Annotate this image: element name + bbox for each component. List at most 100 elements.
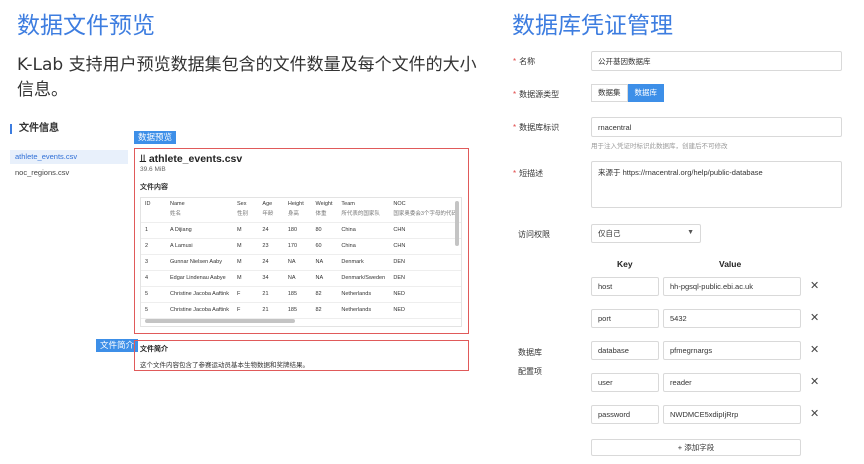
access-select-value: 仅自己 <box>598 229 621 238</box>
horizontal-scrollbar[interactable] <box>145 319 295 323</box>
vertical-scrollbar[interactable] <box>455 201 459 246</box>
file-item-athlete-events[interactable]: athlete_events.csv <box>10 150 128 164</box>
config-key-input[interactable]: host <box>591 277 659 296</box>
column-header-sub: 身高 <box>287 211 299 217</box>
table-row: 5 Christine Jacoba Aaftink F 21 185 82 Netherl… <box>141 302 461 319</box>
preview-filename-text: athlete_events.csv <box>148 153 243 165</box>
column-header-name: Name <box>169 201 185 207</box>
config-key-input[interactable]: password <box>591 405 659 424</box>
table-cell: Christine Jacoba Aaftink <box>165 286 233 303</box>
column-header-name: Age <box>262 201 273 207</box>
column-header-sub: 体重 <box>315 211 327 217</box>
config-value-input[interactable]: reader <box>663 373 801 392</box>
column-header-name: Team <box>341 201 355 207</box>
column-header-sub: 所代表的国家队 <box>341 211 380 217</box>
config-value-input[interactable]: NWDMCE5xdipIjRrp <box>663 405 801 424</box>
required-mark: * <box>513 57 517 66</box>
column-header: Age 年龄 <box>258 198 284 223</box>
column-header: Height 身高 <box>283 198 312 223</box>
table-cell: NA <box>283 270 312 287</box>
access-select[interactable]: 仅自己 ▼ <box>591 224 701 243</box>
table-cell: NA <box>283 254 312 271</box>
name-input[interactable]: 公开基因数据库 <box>591 51 842 71</box>
credential-section-title: 数据库凭证管理 <box>512 13 673 39</box>
config-value-input[interactable]: 5432 <box>663 309 801 328</box>
data-preview-tag: 数据预览 <box>134 131 177 144</box>
file-summary-tag: 文件简介 <box>96 339 139 352</box>
delete-row-icon[interactable]: ✕ <box>810 407 819 420</box>
file-summary-panel: 文件简介 这个文件内容包含了参赛运动员基本生物数据和奖牌结果。 <box>134 340 469 371</box>
table-cell: Denmark <box>337 254 390 271</box>
table-cell: 5 <box>141 286 166 303</box>
table-header-row: ID Name 姓名 Sex 性别 Age 年龄 Height 身高 Weight 体重 … <box>141 198 461 223</box>
table-cell: NED <box>389 286 461 303</box>
table-cell: 82 <box>311 302 338 319</box>
column-header: Name 姓名 <box>165 198 233 223</box>
delete-row-icon[interactable]: ✕ <box>810 279 819 292</box>
table-cell: 60 <box>311 238 338 255</box>
table-cell: 170 <box>283 238 312 255</box>
preview-filename: ⫫ athlete_events.csv <box>140 153 242 166</box>
file-list: athlete_events.csv noc_regions.csv <box>10 150 128 182</box>
column-header-sub: 年龄 <box>262 211 274 217</box>
table-cell: 34 <box>258 270 284 287</box>
required-mark: * <box>513 169 517 178</box>
source-type-dataset[interactable]: 数据集 <box>591 84 628 102</box>
preview-section-title: 数据文件预览 <box>17 13 155 39</box>
table-cell: M <box>233 238 259 255</box>
config-value-input[interactable]: pfmegrnargs <box>663 341 801 360</box>
description-textarea[interactable]: 来源于 https://rnacentral.org/help/public-d… <box>591 161 842 208</box>
file-item-noc-regions[interactable]: noc_regions.csv <box>10 166 128 180</box>
column-header: ID <box>141 198 166 223</box>
column-header-name: Height <box>287 201 304 207</box>
column-header-name: NOC <box>393 201 406 207</box>
column-header: Sex 性别 <box>233 198 259 223</box>
config-key-input[interactable]: port <box>591 309 659 328</box>
table-row: 4 Edgar Lindenau Aabye M 34 NA NA Denmark/Swed… <box>141 270 461 287</box>
value-column-header: Value <box>719 259 742 269</box>
table-cell: F <box>233 302 259 319</box>
table-cell: NED <box>389 302 461 319</box>
source-type-label: * 数据源类型 <box>513 89 559 100</box>
table-cell: 2 <box>141 238 166 255</box>
table-cell: 185 <box>283 302 312 319</box>
delete-row-icon[interactable]: ✕ <box>810 343 819 356</box>
table-cell: 21 <box>258 302 284 319</box>
description-label-text: 短描述 <box>519 169 544 178</box>
column-header: NOC 国家奥委会3个字母的代码 <box>389 198 461 223</box>
name-label: * 名称 <box>513 56 535 67</box>
table-row: 3 Gunnar Nielsen Aaby M 24 NA NA Denmark DEN <box>141 254 461 271</box>
table-cell: 82 <box>311 286 338 303</box>
table-cell: NA <box>311 254 338 271</box>
file-content-label: 文件内容 <box>140 184 168 191</box>
table-cell: CHN <box>389 222 461 239</box>
table-row: 1A Dijiang M 24 180 80 China CHN <box>141 222 461 239</box>
config-key-input[interactable]: user <box>591 373 659 392</box>
preview-table[interactable]: ID Name 姓名 Sex 性别 Age 年龄 Height 身高 Weight 体重 … <box>140 197 462 327</box>
add-field-button[interactable]: + 添加字段 <box>591 439 801 456</box>
preview-section-description: K-Lab 支持用户预览数据集包含的文件数量及每个文件的大小信息。 <box>17 55 477 100</box>
db-id-input[interactable]: rnacentral <box>591 117 842 137</box>
table-cell: Edgar Lindenau Aabye <box>165 270 233 287</box>
column-header-sub: 姓名 <box>169 211 181 217</box>
delete-row-icon[interactable]: ✕ <box>810 375 819 388</box>
source-type-label-text: 数据源类型 <box>519 90 560 99</box>
column-header-sub: 性别 <box>237 211 249 217</box>
column-header-sub: 国家奥委会3个字母的代码 <box>393 211 457 217</box>
table-cell: China <box>337 238 390 255</box>
column-header: Team 所代表的国家队 <box>337 198 390 223</box>
config-key-input[interactable]: database <box>591 341 659 360</box>
db-id-label: * 数据库标识 <box>513 122 559 133</box>
table-cell: 24 <box>258 254 284 271</box>
source-type-database[interactable]: 数据库 <box>627 84 664 102</box>
config-value-input[interactable]: hh-pgsql-public.ebi.ac.uk <box>663 277 801 296</box>
table-cell: M <box>233 222 259 239</box>
table-cell: 80 <box>311 222 338 239</box>
required-mark: * <box>513 123 517 132</box>
table-cell: NA <box>311 270 338 287</box>
table-cell: M <box>233 270 259 287</box>
table-cell: A Dijiang <box>165 222 233 239</box>
table-row: 5 Christine Jacoba Aaftink F 21 185 82 Netherl… <box>141 286 461 303</box>
delete-row-icon[interactable]: ✕ <box>810 311 819 324</box>
table-cell: DEN <box>389 270 461 287</box>
